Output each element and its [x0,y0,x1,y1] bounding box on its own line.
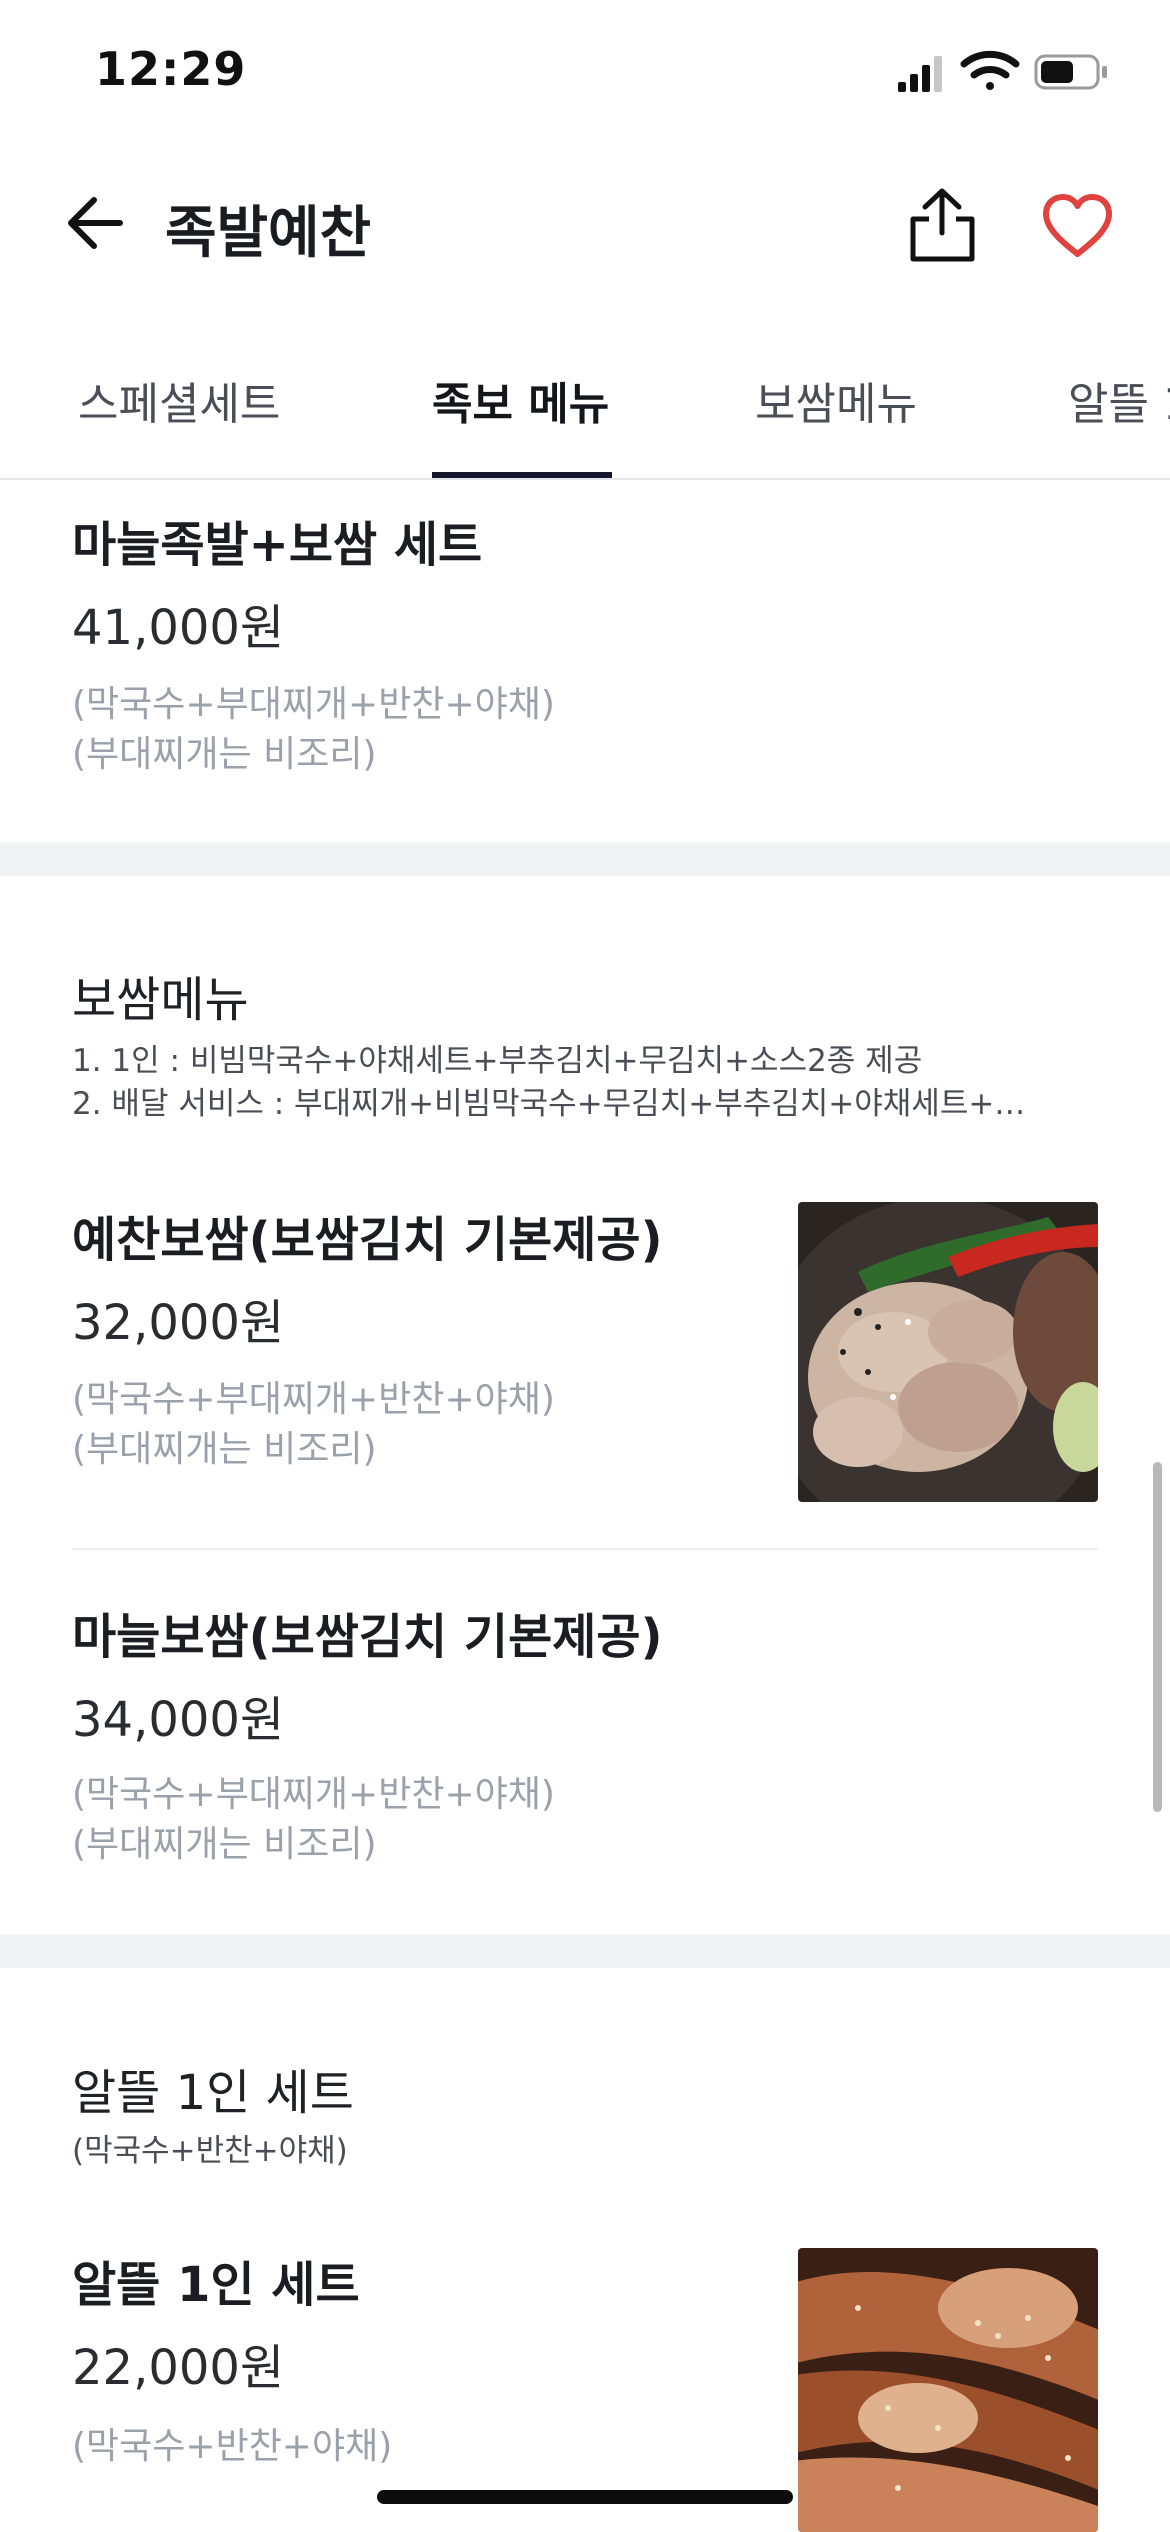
menu-item-desc: (부대찌개는 비조리) [72,1429,377,1470]
share-icon [910,188,975,262]
tab-bossam-menu[interactable]: 보쌈메뉴 [755,368,917,432]
bossam-photo [798,1202,1098,1502]
back-button[interactable] [60,188,130,258]
row-divider [72,1548,1098,1550]
section-separator [0,842,1170,876]
section-title: 보쌈메뉴 [72,972,249,1028]
cellular-signal-icon [898,56,942,92]
tab-divider [0,478,1170,480]
menu-item-price: 34,000원 [72,1692,285,1748]
menu-item-price: 22,000원 [72,2340,285,2396]
menu-item-desc: (부대찌개는 비조리) [72,1824,377,1865]
tab-jokbo-menu[interactable]: 족보 메뉴 [432,368,609,432]
jokbal-photo [798,2248,1098,2532]
status-icons [898,50,1107,92]
favorite-button[interactable] [1040,192,1115,262]
home-indicator[interactable] [377,2490,793,2504]
section-separator [0,1934,1170,1968]
section-subtitle: (막국수+반찬+야채) [72,2133,348,2169]
section-note: 2. 배달 서비스 : 부대찌개+비빔막국수+무김치+부추김치+야채세트+… [72,1086,1026,1122]
menu-item-desc: (막국수+반찬+야채) [72,2426,393,2467]
menu-item-name: 알뜰 1인 세트 [72,2257,360,2313]
section-title: 알뜰 1인 세트 [72,2065,354,2121]
menu-item-name: 마늘보쌈(보쌈김치 기본제공) [72,1609,663,1665]
menu-item-desc: (막국수+부대찌개+반찬+야채) [72,1774,555,1815]
share-button[interactable] [905,185,980,265]
page-title: 족발예찬 [165,201,372,266]
menu-item-desc: (막국수+부대찌개+반찬+야채) [72,684,555,725]
wifi-icon [960,50,1020,90]
section-note: 1. 1인 : 비빔막국수+야채세트+부추김치+무김치+소스2종 제공 [72,1043,923,1079]
menu-item-desc: (부대찌개는 비조리) [72,734,377,775]
heart-icon [1043,194,1112,257]
menu-item-price: 41,000원 [72,600,285,656]
scrollbar[interactable] [1153,1462,1162,1812]
menu-item-name: 예찬보쌈(보쌈김치 기본제공) [72,1212,663,1268]
tab-single-set[interactable]: 알뜰 1 [1068,368,1170,432]
arrow-left-icon [68,197,123,249]
tab-special-set[interactable]: 스페셜세트 [78,368,280,432]
battery-icon [1034,54,1107,90]
status-time: 12:29 [95,42,247,96]
menu-item-price: 32,000원 [72,1295,285,1351]
menu-item-desc: (막국수+부대찌개+반찬+야채) [72,1379,555,1420]
menu-item-name: 마늘족발+보쌈 세트 [72,517,483,573]
